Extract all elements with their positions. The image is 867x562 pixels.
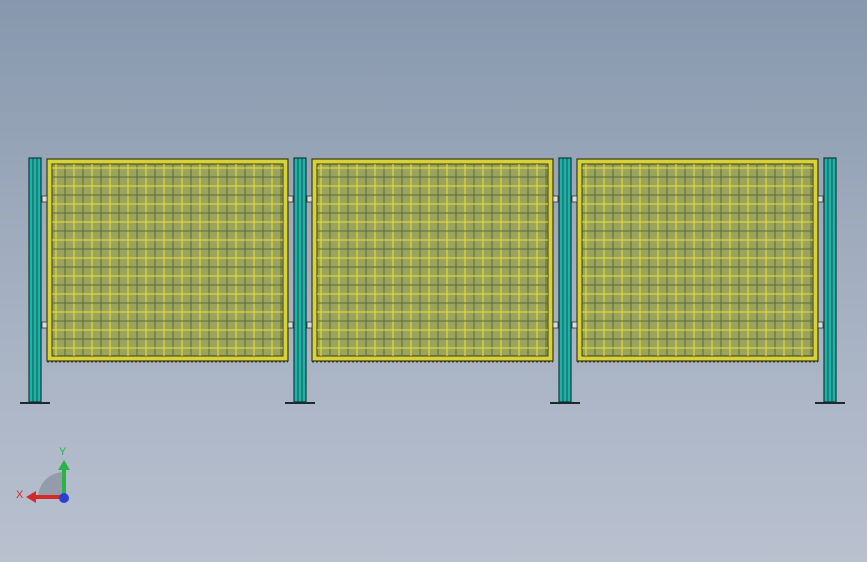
triad-z-axis [59, 493, 69, 503]
triad-y-arrow [58, 460, 70, 470]
post-base-plate [20, 402, 50, 404]
post-body [28, 157, 42, 403]
fence-post-1[interactable] [20, 157, 50, 404]
mesh-panel-3[interactable] [571, 158, 824, 363]
panel-bracket [306, 195, 313, 203]
panel-mesh [316, 163, 549, 357]
post-base-plate [815, 402, 845, 404]
fence-model[interactable]: X Y [0, 0, 867, 562]
mesh-panel-1[interactable] [41, 158, 294, 363]
fence-post-2[interactable] [285, 157, 315, 404]
panel-bracket [817, 195, 824, 203]
view-triad: X Y [16, 446, 70, 503]
fence-post-3[interactable] [550, 157, 580, 404]
post-base-plate [550, 402, 580, 404]
triad-x-label: X [16, 489, 24, 501]
triad-quadrant [38, 472, 64, 498]
panel-bracket [552, 195, 559, 203]
panel-bracket [552, 321, 559, 329]
mesh-panels[interactable] [41, 158, 824, 363]
triad-x-arrow [26, 491, 36, 503]
panel-bracket [571, 321, 578, 329]
panel-bracket [306, 321, 313, 329]
post-base-plate [285, 402, 315, 404]
post-body [293, 157, 307, 403]
graphics-viewport[interactable]: X Y [0, 0, 867, 562]
panel-bracket [287, 195, 294, 203]
post-body [558, 157, 572, 403]
panel-bracket [571, 195, 578, 203]
panel-mesh [581, 163, 814, 357]
fence-post-4[interactable] [815, 157, 845, 404]
panel-bracket [41, 321, 48, 329]
panel-bracket [41, 195, 48, 203]
triad-y-label: Y [59, 446, 67, 458]
panel-mesh [51, 163, 284, 357]
panel-bracket [287, 321, 294, 329]
panel-bracket [817, 321, 824, 329]
post-body [823, 157, 837, 403]
mesh-panel-2[interactable] [306, 158, 559, 363]
